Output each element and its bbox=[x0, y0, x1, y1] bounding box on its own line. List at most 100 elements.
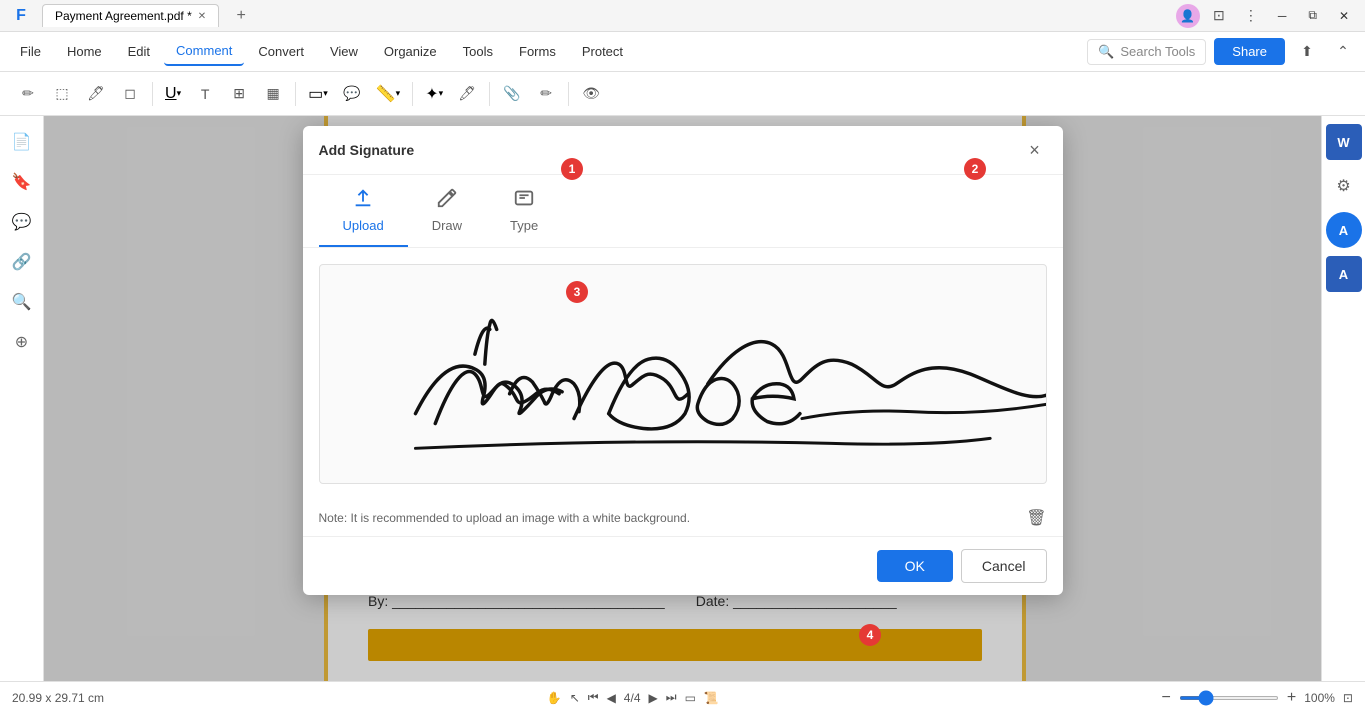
tab-title: Payment Agreement.pdf * bbox=[55, 9, 192, 23]
menu-convert[interactable]: Convert bbox=[246, 38, 316, 65]
search-tools-input[interactable]: 🔍 Search Tools bbox=[1087, 39, 1206, 65]
modal-close-button[interactable]: × bbox=[1023, 138, 1047, 162]
main-area: 📄 🔖 💬 🔗 🔍 ⊕ By: ________________________… bbox=[0, 116, 1365, 681]
menu-tools[interactable]: Tools bbox=[451, 38, 505, 65]
titlebar: F Payment Agreement.pdf * ✕ + 👤 ⊡ ⋮ ─ ⧉ … bbox=[0, 0, 1365, 32]
toolbar-separator-3 bbox=[412, 82, 413, 106]
restore-button[interactable]: ⧉ bbox=[1300, 4, 1325, 27]
menu-edit[interactable]: Edit bbox=[116, 38, 162, 65]
tab-draw[interactable]: Draw bbox=[408, 175, 486, 247]
toolbar-separator-5 bbox=[568, 82, 569, 106]
zoom-out-btn[interactable]: − bbox=[1162, 689, 1171, 707]
underline-tool[interactable]: U ▾ bbox=[159, 81, 187, 107]
shapes-tool[interactable]: ▭ ▾ bbox=[302, 80, 334, 108]
tab-draw-label: Draw bbox=[432, 218, 462, 233]
statusbar-right: − + 100% ⊡ bbox=[1162, 689, 1353, 707]
sidebar-pages-icon[interactable]: 📄 bbox=[4, 124, 40, 160]
sidebar-links-icon[interactable]: 🔗 bbox=[4, 244, 40, 280]
step-badge-4: 4 bbox=[859, 624, 881, 646]
right-sidebar-word-icon[interactable]: W bbox=[1326, 124, 1362, 160]
menu-home[interactable]: Home bbox=[55, 38, 114, 65]
statusbar: 20.99 x 29.71 cm ✋ ↖ ⏮ ◀ 4/4 ▶ ⏭ ▭ 📜 − +… bbox=[0, 681, 1365, 713]
search-tools-label: Search Tools bbox=[1120, 44, 1195, 59]
titlebar-right: 👤 ⊡ ⋮ ─ ⧉ ✕ bbox=[1176, 3, 1357, 29]
step-badge-3: 3 bbox=[566, 281, 588, 303]
cancel-button[interactable]: Cancel bbox=[961, 549, 1047, 583]
panel-toggle-icon[interactable]: ⊡ bbox=[1206, 3, 1232, 29]
prev-page-btn[interactable]: ◀ bbox=[607, 691, 616, 705]
tab-close[interactable]: ✕ bbox=[198, 11, 206, 22]
pdf-area: By: ___________________________________ … bbox=[44, 116, 1321, 681]
attach-tool[interactable]: 📎 bbox=[496, 78, 528, 110]
stamp-tool[interactable]: ▦ bbox=[257, 78, 289, 110]
scroll-btn[interactable]: 📜 bbox=[704, 691, 719, 705]
menu-comment[interactable]: Comment bbox=[164, 37, 244, 66]
titlebar-left: F Payment Agreement.pdf * ✕ + bbox=[8, 2, 255, 30]
tab-upload[interactable]: Upload bbox=[319, 175, 408, 247]
sidebar-comments-icon[interactable]: 💬 bbox=[4, 204, 40, 240]
zoom-slider[interactable] bbox=[1179, 696, 1279, 700]
zoom-in-btn[interactable]: + bbox=[1287, 689, 1296, 707]
left-sidebar: 📄 🔖 💬 🔗 🔍 ⊕ bbox=[0, 116, 44, 681]
eraser-tool[interactable]: ◻ bbox=[114, 78, 146, 110]
right-sidebar-word2-icon[interactable]: A bbox=[1326, 256, 1362, 292]
more-options-icon[interactable]: ⋮ bbox=[1238, 3, 1264, 29]
menubar-right: 🔍 Search Tools Share ⬆ ⌃ bbox=[1087, 38, 1357, 66]
comment-tool[interactable]: 💬 bbox=[336, 78, 368, 110]
sidebar-bookmarks-icon[interactable]: 🔖 bbox=[4, 164, 40, 200]
tab-type-label: Type bbox=[510, 218, 538, 233]
hand-tool-status[interactable]: ✋ bbox=[547, 691, 562, 705]
edit-tool[interactable]: ✏ bbox=[530, 78, 562, 110]
right-sidebar-ai-icon[interactable]: A bbox=[1326, 212, 1362, 248]
select-tool[interactable]: ⬚ bbox=[46, 78, 78, 110]
tab-payment-agreement[interactable]: Payment Agreement.pdf * ✕ bbox=[42, 4, 219, 27]
stamp2-tool[interactable]: ✦ ▾ bbox=[419, 80, 449, 108]
modal-footer: OK Cancel bbox=[303, 536, 1063, 595]
last-page-btn[interactable]: ⏭ bbox=[666, 690, 677, 705]
text-tool[interactable]: T bbox=[189, 78, 221, 110]
modal-overlay: Add Signature × Upload bbox=[44, 116, 1321, 681]
next-page-btn[interactable]: ▶ bbox=[649, 691, 658, 705]
step-badge-2: 2 bbox=[964, 158, 986, 180]
pen-tool[interactable]: 🖊 bbox=[80, 78, 112, 110]
sidebar-search-icon[interactable]: 🔍 bbox=[4, 284, 40, 320]
page-current: 4 bbox=[624, 691, 631, 705]
single-page-btn[interactable]: ▭ bbox=[685, 691, 696, 705]
highlight-tool[interactable]: ✏ bbox=[12, 78, 44, 110]
page-total: 4 bbox=[634, 691, 641, 705]
menu-file[interactable]: File bbox=[8, 38, 53, 65]
select-tool-status[interactable]: ↖ bbox=[570, 691, 580, 705]
menu-view[interactable]: View bbox=[318, 38, 370, 65]
measure-tool[interactable]: 📏 ▾ bbox=[370, 80, 406, 108]
collapse-icon[interactable]: ⌃ bbox=[1329, 38, 1357, 66]
eye-tool[interactable]: 👁 bbox=[575, 78, 607, 110]
first-page-btn[interactable]: ⏮ bbox=[588, 690, 599, 705]
share-button[interactable]: Share bbox=[1214, 38, 1285, 65]
fit-page-btn[interactable]: ⊡ bbox=[1343, 691, 1353, 705]
toolbar-separator-2 bbox=[295, 82, 296, 106]
stamp2-icon: ✦ bbox=[425, 84, 438, 104]
stamp2-arrow: ▾ bbox=[439, 88, 444, 99]
new-tab-button[interactable]: + bbox=[227, 2, 255, 30]
right-sidebar-settings-icon[interactable]: ⚙ bbox=[1326, 168, 1362, 204]
signature-preview-area[interactable] bbox=[319, 264, 1047, 484]
underline-icon: U bbox=[165, 85, 177, 103]
delete-icon[interactable]: 🗑 bbox=[1026, 508, 1046, 528]
search-icon: 🔍 bbox=[1098, 44, 1114, 60]
note-text: Note: It is recommended to upload an ima… bbox=[319, 511, 691, 525]
textbox-tool[interactable]: ⊞ bbox=[223, 78, 255, 110]
minimize-button[interactable]: ─ bbox=[1270, 5, 1295, 27]
shapes-icon: ▭ bbox=[308, 84, 323, 104]
signature-tool[interactable]: 🖊 bbox=[451, 78, 483, 110]
avatar-icon[interactable]: 👤 bbox=[1176, 4, 1200, 28]
upload-cloud-icon[interactable]: ⬆ bbox=[1293, 38, 1321, 66]
type-tab-icon bbox=[513, 187, 535, 214]
menu-forms[interactable]: Forms bbox=[507, 38, 568, 65]
close-button[interactable]: ✕ bbox=[1331, 5, 1357, 27]
menu-organize[interactable]: Organize bbox=[372, 38, 449, 65]
ok-button[interactable]: OK bbox=[877, 550, 953, 582]
modal-header: Add Signature × bbox=[303, 126, 1063, 175]
tab-type[interactable]: Type bbox=[486, 175, 562, 247]
sidebar-layers-icon[interactable]: ⊕ bbox=[4, 324, 40, 360]
menu-protect[interactable]: Protect bbox=[570, 38, 635, 65]
